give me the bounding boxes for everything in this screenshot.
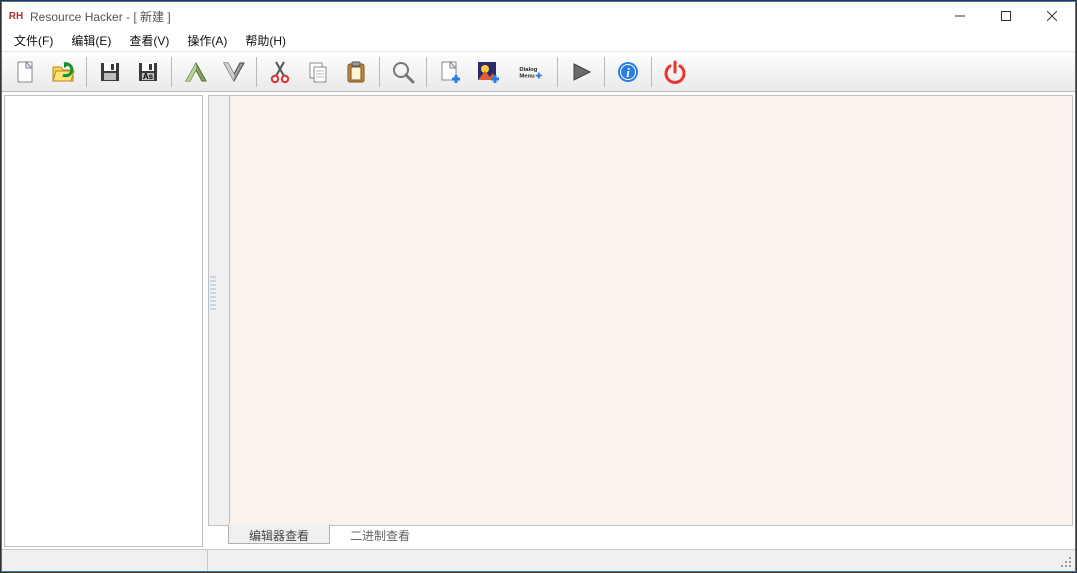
- resize-grip[interactable]: [1059, 555, 1073, 569]
- import-resource-button[interactable]: [177, 55, 213, 89]
- status-bar: [2, 549, 1075, 571]
- export-resource-button[interactable]: [215, 55, 251, 89]
- editor-canvas[interactable]: [229, 96, 1072, 525]
- menu-help[interactable]: 帮助(H): [237, 30, 294, 51]
- close-button[interactable]: [1029, 2, 1075, 30]
- compile-run-button[interactable]: [563, 55, 599, 89]
- gutter-grip-icon: [210, 276, 216, 312]
- view-tabs: 编辑器查看 二进制查看: [208, 525, 1073, 547]
- paste-button[interactable]: [338, 55, 374, 89]
- app-icon: RH: [8, 8, 24, 24]
- add-image-resource-button[interactable]: [470, 55, 506, 89]
- add-blank-resource-button[interactable]: [432, 55, 468, 89]
- find-button[interactable]: [385, 55, 421, 89]
- cut-button[interactable]: [262, 55, 298, 89]
- maximize-button[interactable]: [983, 2, 1029, 30]
- editor-container: [208, 95, 1073, 526]
- menu-view[interactable]: 查看(V): [121, 30, 177, 51]
- tab-editor-view[interactable]: 编辑器查看: [228, 524, 330, 544]
- menu-bar: 文件(F) 编辑(E) 查看(V) 操作(A) 帮助(H): [2, 30, 1075, 52]
- title-bar: RH Resource Hacker - [ 新建 ]: [2, 2, 1075, 30]
- new-file-button[interactable]: [7, 55, 43, 89]
- resource-tree-panel[interactable]: [4, 95, 203, 547]
- app-window: RH Resource Hacker - [ 新建 ] 文件(F) 编辑(E) …: [1, 1, 1076, 572]
- dialog-label-top: Dialog: [519, 66, 537, 72]
- add-dialog-resource-button[interactable]: DialogMenu: [508, 55, 552, 89]
- save-button[interactable]: [92, 55, 128, 89]
- svg-text:As: As: [143, 72, 154, 81]
- toolbar-separator: [171, 57, 172, 87]
- save-as-button[interactable]: As: [130, 55, 166, 89]
- window-title: Resource Hacker - [ 新建 ]: [30, 8, 171, 25]
- minimize-button[interactable]: [937, 2, 983, 30]
- status-cell: [2, 550, 208, 571]
- toolbar: As DialogMenu: [2, 52, 1075, 92]
- exit-button[interactable]: [657, 55, 693, 89]
- toolbar-separator: [557, 57, 558, 87]
- menu-action[interactable]: 操作(A): [179, 30, 235, 51]
- menu-file[interactable]: 文件(F): [6, 30, 61, 51]
- toolbar-separator: [379, 57, 380, 87]
- toolbar-separator: [256, 57, 257, 87]
- tab-binary-view[interactable]: 二进制查看: [330, 525, 430, 545]
- copy-button[interactable]: [300, 55, 336, 89]
- about-button[interactable]: i: [610, 55, 646, 89]
- open-file-button[interactable]: [45, 55, 81, 89]
- editor-panel: 编辑器查看 二进制查看: [208, 95, 1073, 547]
- client-area: 编辑器查看 二进制查看: [2, 92, 1075, 549]
- svg-text:i: i: [626, 65, 630, 80]
- toolbar-separator: [651, 57, 652, 87]
- dialog-label-bot: Menu: [519, 73, 535, 79]
- toolbar-separator: [604, 57, 605, 87]
- editor-gutter: [209, 96, 229, 525]
- toolbar-separator: [86, 57, 87, 87]
- toolbar-separator: [426, 57, 427, 87]
- menu-edit[interactable]: 编辑(E): [63, 30, 119, 51]
